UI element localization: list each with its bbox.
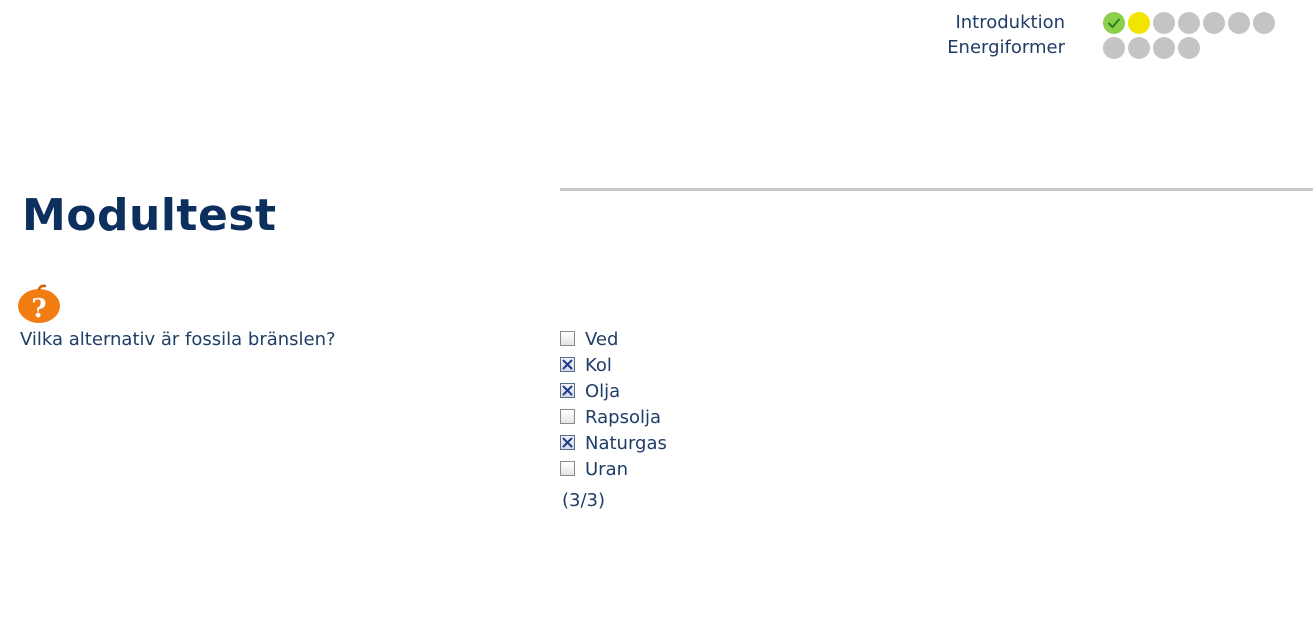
score-text: (3/3): [562, 490, 606, 511]
progress-dot-todo[interactable]: [1178, 11, 1200, 34]
svg-text:?: ?: [31, 294, 46, 324]
divider: [560, 188, 1313, 191]
progress-dots: [1103, 36, 1278, 59]
answer-option-label: Kol: [585, 355, 612, 376]
progress-label[interactable]: Introduktion: [915, 10, 1065, 35]
page-title: Modultest: [22, 190, 277, 241]
checkbox-unchecked[interactable]: [560, 460, 575, 476]
progress-row-introduktion[interactable]: Introduktion: [915, 10, 1278, 35]
progress-label[interactable]: Energiformer: [915, 35, 1065, 60]
progress-tracker: Introduktion Energiformer: [915, 10, 1278, 60]
answer-option[interactable]: Naturgas: [560, 431, 667, 457]
progress-dot-todo[interactable]: [1103, 36, 1125, 59]
progress-dot-todo[interactable]: [1253, 11, 1275, 34]
answer-option[interactable]: Ved: [560, 327, 667, 353]
progress-dot-todo[interactable]: [1153, 11, 1175, 34]
progress-dot-done[interactable]: [1103, 11, 1125, 34]
progress-row-energiformer[interactable]: Energiformer: [915, 35, 1278, 60]
cross-mark-icon: [562, 359, 573, 369]
progress-dot-todo[interactable]: [1128, 36, 1150, 59]
progress-dot-todo[interactable]: [1228, 11, 1250, 34]
checkmark-icon: [1108, 18, 1120, 28]
checkbox-unchecked[interactable]: [560, 330, 575, 346]
answer-options: Ved Kol Olja Rapsolja Naturgas Uran: [560, 327, 667, 483]
answer-option-label: Uran: [585, 459, 629, 480]
answer-option-label: Rapsolja: [585, 407, 661, 428]
answer-option-label: Olja: [585, 381, 621, 402]
answer-option[interactable]: Olja: [560, 379, 667, 405]
progress-dot-current[interactable]: [1128, 11, 1150, 34]
checkbox-checked[interactable]: [560, 382, 575, 398]
checkbox-unchecked[interactable]: [560, 408, 575, 424]
checkbox-checked[interactable]: [560, 356, 575, 372]
progress-dot-todo[interactable]: [1203, 11, 1225, 34]
answer-option-label: Ved: [585, 329, 619, 350]
cross-mark-icon: [562, 385, 573, 395]
checkbox-checked[interactable]: [560, 434, 575, 450]
progress-dot-todo[interactable]: [1153, 36, 1175, 59]
answer-option[interactable]: Uran: [560, 457, 667, 483]
progress-dot-todo[interactable]: [1178, 36, 1200, 59]
question-text: Vilka alternativ är fossila bränslen?: [20, 329, 336, 350]
cross-mark-icon: [562, 437, 573, 447]
answer-option-label: Naturgas: [585, 433, 667, 454]
answer-option[interactable]: Kol: [560, 353, 667, 379]
question-mark-icon: ?: [18, 284, 60, 324]
progress-dots: [1103, 11, 1278, 34]
page: Introduktion Energiformer Modultest ? Vi…: [0, 0, 1313, 622]
answer-option[interactable]: Rapsolja: [560, 405, 667, 431]
